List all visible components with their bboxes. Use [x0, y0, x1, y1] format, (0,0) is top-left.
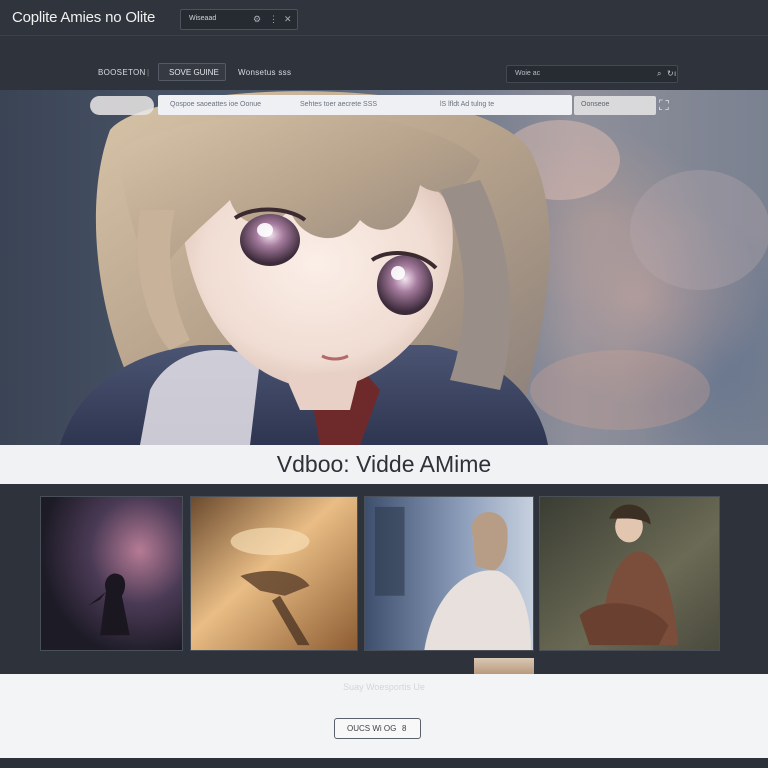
top-search-input[interactable]: Wiseaad ⚙ ⋮ ✕ [180, 9, 298, 30]
fullscreen-icon[interactable]: ⛶ [659, 97, 669, 114]
nav-item-boosetoN[interactable]: BOOSETON [98, 68, 146, 77]
footer-caption: Suay Woesportis Ue [343, 682, 425, 692]
load-more-count: 8 [402, 724, 407, 733]
filter-item[interactable]: lS lfldt Ad tulng te [440, 101, 494, 108]
page-title: Vdboo: Vidde AMime [276, 451, 492, 477]
search-icon[interactable]: ⌕ [657, 69, 661, 79]
nav-tab-label: SOVE GUINE [169, 68, 219, 77]
load-more-label: OUCS Wi OG [347, 724, 397, 733]
thumb-dark-figure[interactable] [40, 496, 183, 651]
filter-item[interactable]: Qospoe saoeattes ioe Oonue [170, 101, 261, 108]
filter-item[interactable]: Sehtes toer aecrete SSS [300, 101, 377, 108]
hero-option-label: Oonseoe [581, 101, 610, 108]
nav-tab-sove-guine[interactable]: SOVE GUINE [158, 63, 226, 81]
info-icon[interactable]: ı [674, 69, 676, 78]
hero-banner: Qospoe saoeattes ioe Oonue Sehtes toer a… [0, 90, 768, 445]
app-title: Coplite Amies no Olite [12, 9, 156, 26]
hero-option-button[interactable]: Oonseoe [574, 96, 656, 115]
thumb-golden-scene[interactable] [190, 496, 358, 651]
thumbnail-row [0, 484, 768, 674]
load-more-button[interactable]: OUCS Wi OG 8 [334, 718, 421, 739]
menu-icon[interactable]: ⋮ [269, 14, 278, 25]
thumbnail-tag [474, 658, 534, 674]
title-strip: Vdboo: Vidde AMime [0, 445, 768, 484]
hero-back-pill[interactable] [90, 96, 154, 115]
nav-search-value: Woie ac [515, 70, 541, 77]
thumb-sitting-boy[interactable] [539, 496, 720, 651]
refresh-icon[interactable]: ↻ [667, 69, 674, 78]
nav-search-input[interactable]: Woie ac ⌕ ↻ ı [506, 65, 678, 83]
nav-item-wonsetus[interactable]: Wonsetus sss [238, 68, 291, 77]
hero-filter-bar[interactable]: Qospoe saoeattes ioe Oonue Sehtes toer a… [158, 95, 572, 115]
settings-icon[interactable]: ⚙ [253, 14, 261, 25]
nav-bar: BOOSETON | SOVE GUINE Wonsetus sss Woie … [0, 36, 768, 90]
top-search-value: Wiseaad [189, 15, 217, 22]
thumb-window-girl[interactable] [364, 496, 534, 651]
hero-anime-illustration [60, 91, 768, 445]
footer: Suay Woesportis Ue OUCS Wi OG 8 [0, 674, 768, 758]
nav-separator: | [147, 68, 150, 77]
close-icon[interactable]: ✕ [284, 14, 292, 25]
title-bar: Coplite Amies no Olite Wiseaad ⚙ ⋮ ✕ [0, 0, 768, 36]
bottom-edge [0, 758, 768, 768]
